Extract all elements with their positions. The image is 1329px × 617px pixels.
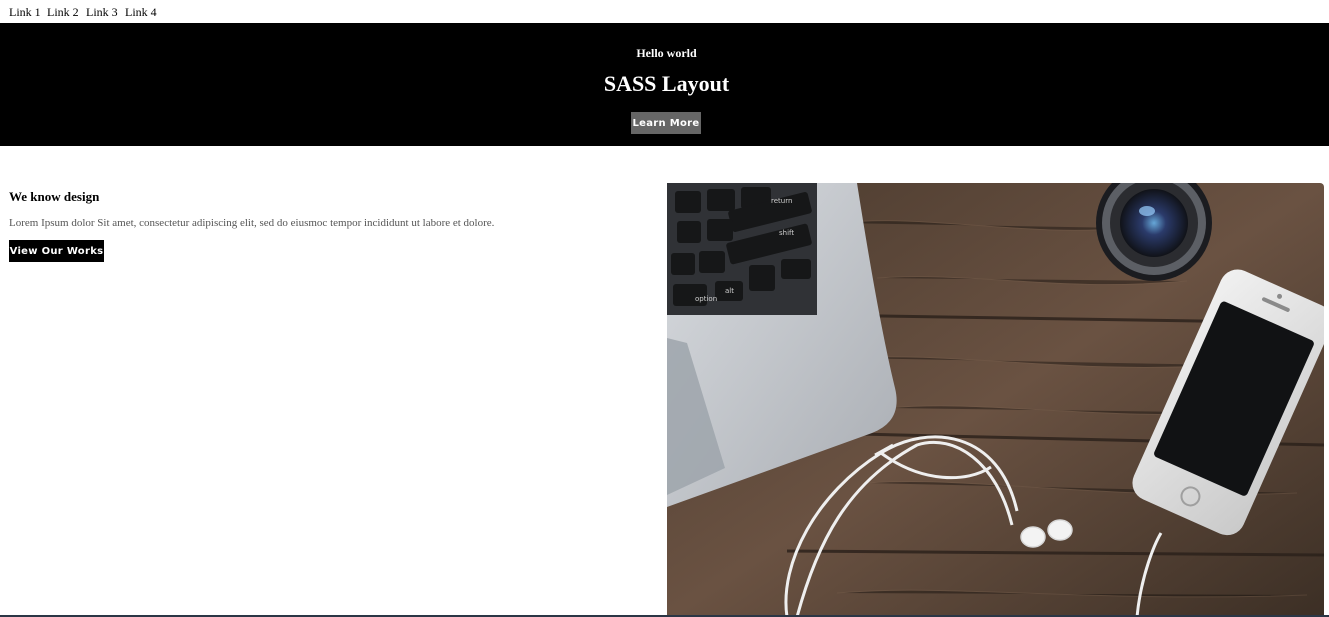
nav-link-1[interactable]: Link 1 (9, 5, 41, 20)
feature-text: Lorem Ipsum dolor Sit amet, consectetur … (9, 217, 495, 229)
keycap-alt: alt (725, 287, 734, 295)
top-nav: Link 1 Link 2 Link 3 Link 4 (0, 0, 1329, 23)
feature-title: We know design (9, 189, 100, 204)
keycap-option: option (695, 295, 717, 303)
nav-link-2[interactable]: Link 2 (47, 5, 79, 20)
view-our-works-button[interactable]: View Our Works (9, 240, 104, 262)
feature-photo: return shift option alt (667, 183, 1324, 617)
keycap-return: return (771, 197, 792, 205)
hero-banner: Hello world SASS Layout Learn More (0, 23, 1329, 146)
desk-photo-illustration: return shift option alt (667, 183, 1324, 617)
learn-more-button[interactable]: Learn More (631, 112, 701, 134)
keycap-shift: shift (779, 229, 794, 237)
hero-eyebrow: Hello world (636, 46, 697, 60)
nav-link-4[interactable]: Link 4 (125, 5, 157, 20)
nav-link-3[interactable]: Link 3 (86, 5, 118, 20)
laptop-keyboard: return shift option alt (667, 183, 817, 315)
hero-title: SASS Layout (603, 71, 730, 96)
